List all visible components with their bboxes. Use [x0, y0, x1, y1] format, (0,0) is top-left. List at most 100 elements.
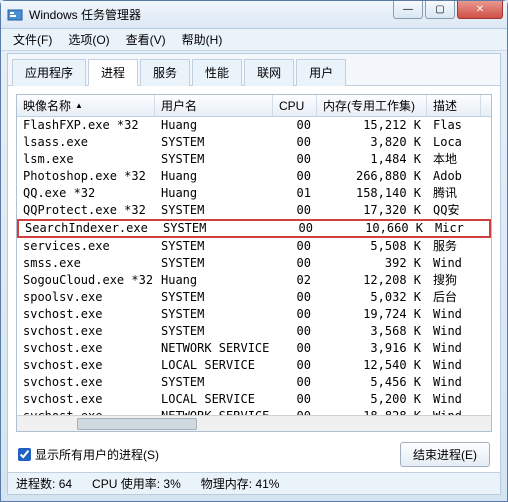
table-row[interactable]: SearchIndexer.exeSYSTEM0010,660 KMicr	[17, 219, 491, 238]
cell-user: Huang	[155, 272, 273, 289]
cell-name: FlashFXP.exe *32	[17, 117, 155, 134]
cell-cpu: 00	[273, 168, 317, 185]
cell-name: SearchIndexer.exe	[19, 221, 157, 236]
col-cpu[interactable]: CPU	[273, 95, 317, 116]
cell-user: SYSTEM	[155, 255, 273, 272]
end-process-button[interactable]: 结束进程(E)	[400, 442, 490, 467]
cell-name: svchost.exe	[17, 340, 155, 357]
table-row[interactable]: svchost.exeLOCAL SERVICE005,200 KWind	[17, 391, 491, 408]
cell-mem: 5,456 K	[317, 374, 427, 391]
cell-mem: 1,484 K	[317, 151, 427, 168]
close-button[interactable]: ✕	[457, 1, 503, 19]
col-description[interactable]: 描述	[427, 95, 481, 116]
cell-cpu: 00	[273, 374, 317, 391]
table-row[interactable]: svchost.exeSYSTEM003,568 KWind	[17, 323, 491, 340]
cell-mem: 266,880 K	[317, 168, 427, 185]
menu-help[interactable]: 帮助(H)	[174, 29, 231, 50]
show-all-users-input[interactable]	[18, 448, 31, 461]
col-memory[interactable]: 内存(专用工作集)	[317, 95, 427, 116]
tab-networking[interactable]: 联网	[244, 59, 294, 86]
cell-desc: 服务	[427, 238, 481, 255]
maximize-button[interactable]: ▢	[425, 1, 455, 19]
table-row[interactable]: SogouCloud.exe *32Huang0212,208 K搜狗	[17, 272, 491, 289]
list-body: FlashFXP.exe *32Huang0015,212 KFlaslsass…	[17, 117, 491, 425]
menu-options[interactable]: 选项(O)	[60, 29, 117, 50]
cell-name: services.exe	[17, 238, 155, 255]
cell-user: SYSTEM	[155, 151, 273, 168]
table-row[interactable]: svchost.exeSYSTEM005,456 KWind	[17, 374, 491, 391]
cell-mem: 12,540 K	[317, 357, 427, 374]
cell-cpu: 00	[273, 391, 317, 408]
cell-desc: Wind	[427, 340, 481, 357]
status-mem: 物理内存: 41%	[201, 475, 280, 492]
cell-cpu: 00	[273, 306, 317, 323]
cell-name: svchost.exe	[17, 323, 155, 340]
titlebar[interactable]: Windows 任务管理器 — ▢ ✕	[1, 1, 507, 29]
tab-performance[interactable]: 性能	[192, 59, 242, 86]
horizontal-scrollbar[interactable]	[17, 415, 491, 431]
table-row[interactable]: svchost.exeNETWORK SERVICE003,916 KWind	[17, 340, 491, 357]
tab-processes[interactable]: 进程	[88, 59, 138, 86]
show-all-users-checkbox[interactable]: 显示所有用户的进程(S)	[18, 446, 400, 463]
cell-name: smss.exe	[17, 255, 155, 272]
scrollbar-thumb[interactable]	[77, 418, 197, 430]
cell-desc: Wind	[427, 391, 481, 408]
cell-name: Photoshop.exe *32	[17, 168, 155, 185]
column-headers: 映像名称▲ 用户名 CPU 内存(专用工作集) 描述	[17, 95, 491, 117]
cell-desc: 搜狗	[427, 272, 481, 289]
table-row[interactable]: svchost.exeLOCAL SERVICE0012,540 KWind	[17, 357, 491, 374]
cell-mem: 5,032 K	[317, 289, 427, 306]
cell-name: lsm.exe	[17, 151, 155, 168]
cell-cpu: 00	[273, 151, 317, 168]
cell-user: Huang	[155, 168, 273, 185]
tab-applications[interactable]: 应用程序	[12, 59, 86, 86]
cell-user: SYSTEM	[155, 238, 273, 255]
table-row[interactable]: QQ.exe *32Huang01158,140 K腾讯	[17, 185, 491, 202]
col-image-name[interactable]: 映像名称▲	[17, 95, 155, 116]
cell-desc: Wind	[427, 255, 481, 272]
cell-mem: 3,916 K	[317, 340, 427, 357]
cell-mem: 19,724 K	[317, 306, 427, 323]
cell-name: svchost.exe	[17, 374, 155, 391]
table-row[interactable]: lsm.exeSYSTEM001,484 K本地	[17, 151, 491, 168]
show-all-users-label: 显示所有用户的进程(S)	[35, 446, 159, 463]
table-row[interactable]: FlashFXP.exe *32Huang0015,212 KFlas	[17, 117, 491, 134]
cell-desc: Loca	[427, 134, 481, 151]
cell-mem: 15,212 K	[317, 117, 427, 134]
cell-cpu: 00	[273, 255, 317, 272]
col-user[interactable]: 用户名	[155, 95, 273, 116]
cell-mem: 5,200 K	[317, 391, 427, 408]
cell-cpu: 00	[273, 117, 317, 134]
cell-user: SYSTEM	[155, 374, 273, 391]
app-icon	[7, 7, 23, 23]
menu-file[interactable]: 文件(F)	[5, 29, 60, 50]
task-manager-window: Windows 任务管理器 — ▢ ✕ 文件(F) 选项(O) 查看(V) 帮助…	[0, 0, 508, 502]
table-row[interactable]: services.exeSYSTEM005,508 K服务	[17, 238, 491, 255]
table-row[interactable]: Photoshop.exe *32Huang00266,880 KAdob	[17, 168, 491, 185]
cell-mem: 5,508 K	[317, 238, 427, 255]
minimize-button[interactable]: —	[393, 1, 423, 19]
cell-mem: 3,820 K	[317, 134, 427, 151]
cell-desc: 后台	[427, 289, 481, 306]
table-row[interactable]: lsass.exeSYSTEM003,820 KLoca	[17, 134, 491, 151]
cell-desc: 本地	[427, 151, 481, 168]
cell-mem: 158,140 K	[317, 185, 427, 202]
menu-view[interactable]: 查看(V)	[118, 29, 174, 50]
cell-user: SYSTEM	[155, 306, 273, 323]
cell-user: SYSTEM	[155, 323, 273, 340]
window-controls: — ▢ ✕	[393, 1, 503, 19]
tab-users[interactable]: 用户	[296, 59, 346, 86]
status-proc-count: 进程数: 64	[16, 475, 72, 492]
cell-user: NETWORK SERVICE	[155, 340, 273, 357]
table-row[interactable]: smss.exeSYSTEM00392 KWind	[17, 255, 491, 272]
client-area: 应用程序 进程 服务 性能 联网 用户 映像名称▲ 用户名 CPU 内存(专用工…	[7, 53, 501, 495]
cell-name: lsass.exe	[17, 134, 155, 151]
tab-services[interactable]: 服务	[140, 59, 190, 86]
cell-desc: QQ安	[427, 202, 481, 219]
table-row[interactable]: QQProtect.exe *32SYSTEM0017,320 KQQ安	[17, 202, 491, 219]
table-row[interactable]: spoolsv.exeSYSTEM005,032 K后台	[17, 289, 491, 306]
cell-cpu: 00	[275, 221, 319, 236]
cell-cpu: 00	[273, 202, 317, 219]
table-row[interactable]: svchost.exeSYSTEM0019,724 KWind	[17, 306, 491, 323]
cell-user: Huang	[155, 117, 273, 134]
